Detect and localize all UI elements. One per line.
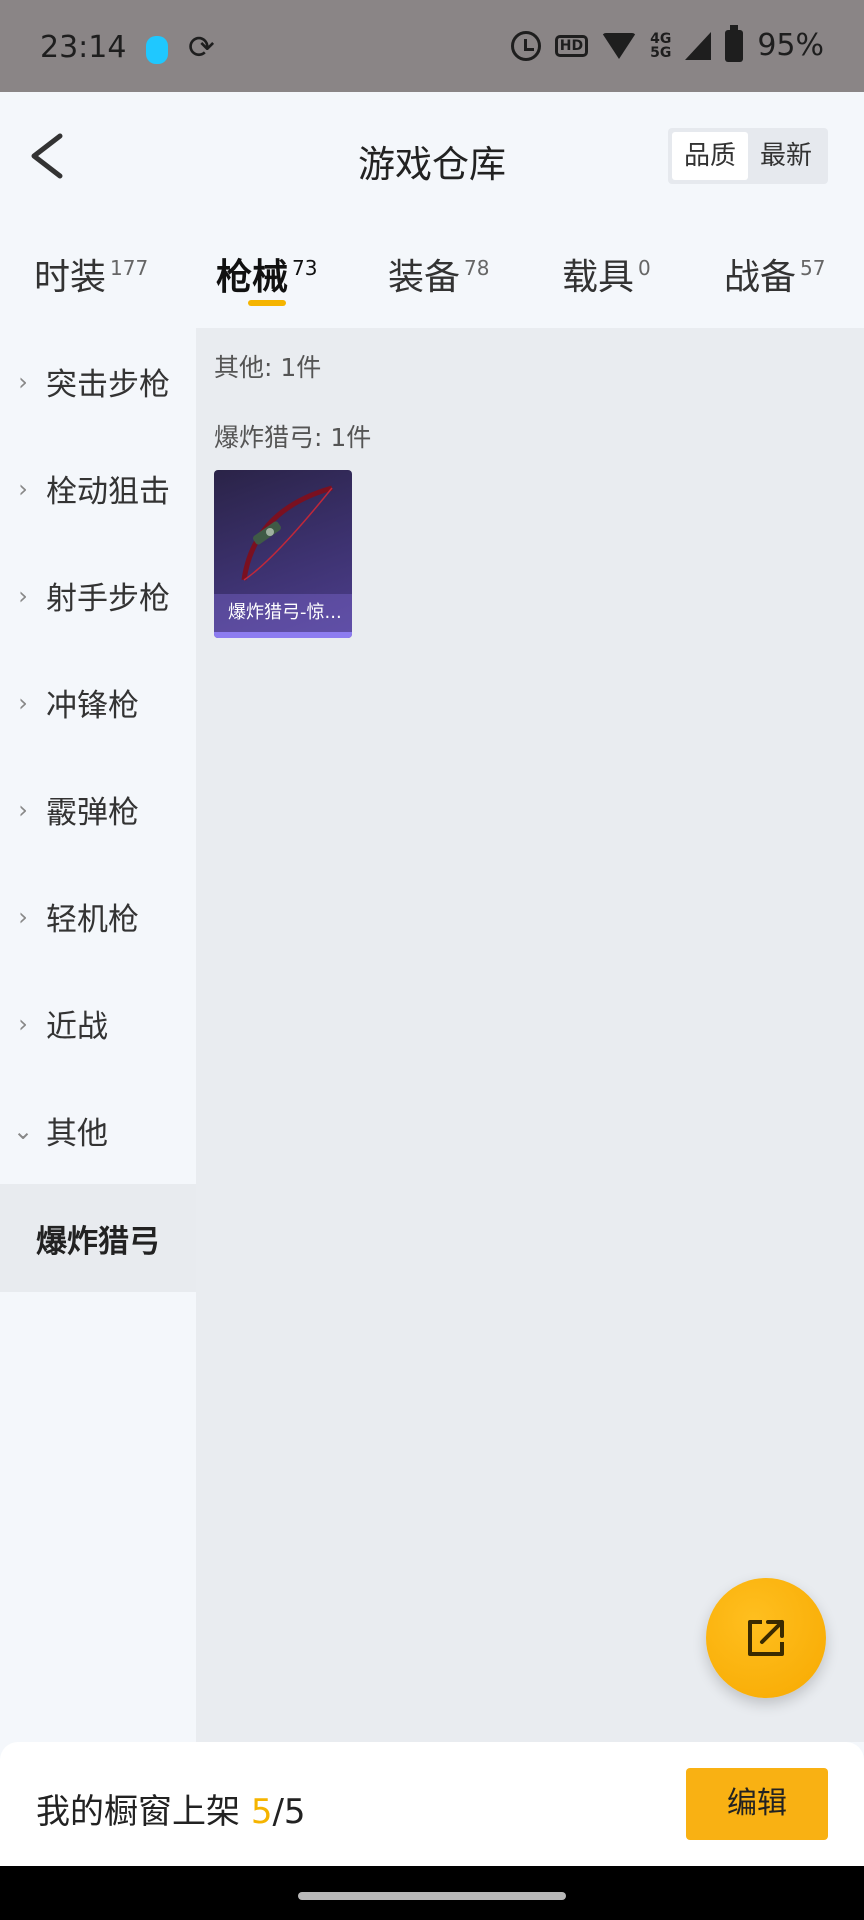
tab-vehicles[interactable]: 载具 0 [562, 248, 651, 300]
system-nav-bar [0, 1866, 864, 1920]
rarity-bar [214, 632, 352, 638]
tab-firearms[interactable]: 枪械 73 [216, 248, 317, 300]
home-gesture-handle[interactable] [298, 1892, 566, 1900]
chevron-right-icon: › [18, 795, 28, 824]
battery-icon [725, 24, 744, 62]
sidebar: › 突击步枪 › 栓动狙击 › 射手步枪 › 冲锋枪 › 霰弹枪 › 轻机枪 ›… [0, 328, 196, 1742]
sidebar-item-label: 霰弹枪 [46, 795, 139, 831]
sort-quality-button[interactable]: 品质 [672, 132, 748, 180]
app-notification-icon [146, 36, 168, 64]
sidebar-item-marksman-rifle[interactable]: › 射手步枪 [0, 542, 196, 649]
sidebar-item-other[interactable]: ⌄ 其他 [0, 1077, 196, 1184]
sidebar-item-label: 冲锋枪 [46, 688, 139, 724]
sort-toggle: 品质 最新 [668, 128, 828, 184]
group-label: 其他: 1件 [214, 353, 322, 382]
sidebar-item-label: 突击步枪 [46, 367, 170, 403]
bow-icon [241, 485, 333, 581]
sidebar-item-label: 射手步枪 [46, 581, 170, 617]
chevron-right-icon: › [18, 1009, 28, 1038]
sidebar-item-label: 近战 [46, 1009, 108, 1045]
wifi-icon [602, 32, 637, 59]
chevron-right-icon: › [18, 581, 28, 610]
item-card-name: 爆炸猎弓-惊... [214, 594, 352, 632]
signal-icon [685, 31, 712, 60]
share-fab-button[interactable] [706, 1578, 826, 1698]
showcase-count: 5 [250, 1792, 273, 1832]
tab-supplies[interactable]: 战备 57 [724, 248, 825, 300]
sidebar-item-lmg[interactable]: › 轻机枪 [0, 863, 196, 970]
battery-percent: 95% [757, 28, 824, 63]
sidebar-item-smg[interactable]: › 冲锋枪 [0, 649, 196, 756]
page-header: 游戏仓库 品质 最新 [0, 92, 864, 220]
sidebar-item-shotgun[interactable]: › 霰弹枪 [0, 756, 196, 863]
item-grid-panel: 其他: 1件 爆炸猎弓: 1件 爆炸猎弓-惊... [196, 328, 864, 1742]
subgroup-label: 爆炸猎弓: 1件 [214, 423, 372, 452]
sidebar-item-label: 其他 [46, 1116, 108, 1152]
tab-fashion[interactable]: 时装 177 [34, 248, 148, 300]
status-time: 23:14 [40, 30, 127, 65]
sidebar-item-melee[interactable]: › 近战 [0, 970, 196, 1077]
chevron-right-icon: › [18, 688, 28, 717]
sidebar-item-assault-rifle[interactable]: › 突击步枪 [0, 328, 196, 435]
showcase-bar: 我的橱窗上架 5/5 编辑 [0, 1742, 864, 1866]
chevron-down-icon: ⌄ [12, 1116, 34, 1145]
showcase-status: 我的橱窗上架 5/5 [36, 1792, 306, 1832]
chevron-right-icon: › [18, 902, 28, 931]
item-card[interactable]: 爆炸猎弓-惊... [214, 470, 352, 638]
sidebar-item-label: 轻机枪 [46, 902, 139, 938]
share-external-icon [748, 1620, 784, 1656]
sidebar-item-label: 栓动狙击 [46, 474, 170, 510]
category-tabs: 时装 177 枪械 73 装备 78 载具 0 战备 57 [0, 220, 864, 328]
hd-icon: HD [554, 34, 589, 57]
tab-equipment[interactable]: 装备 78 [388, 248, 489, 300]
chevron-right-icon: › [18, 474, 28, 503]
network-type-icon: 4G 5G [650, 30, 672, 61]
sort-newest-button[interactable]: 最新 [748, 132, 824, 180]
sync-icon: ⟳ [188, 28, 215, 66]
sidebar-item-bolt-sniper[interactable]: › 栓动狙击 [0, 435, 196, 542]
status-icons: HD 4G 5G 95% [510, 24, 824, 63]
alarm-icon [510, 30, 541, 61]
status-bar: 23:14 ⟳ HD 4G 5G 95% [0, 0, 864, 92]
showcase-total: /5 [272, 1792, 306, 1832]
edit-button[interactable]: 编辑 [686, 1768, 828, 1840]
sidebar-subitem-explosive-bow[interactable]: 爆炸猎弓 [0, 1184, 196, 1292]
sidebar-subitem-label: 爆炸猎弓 [36, 1223, 160, 1260]
active-tab-indicator [248, 300, 286, 306]
chevron-right-icon: › [18, 367, 28, 396]
